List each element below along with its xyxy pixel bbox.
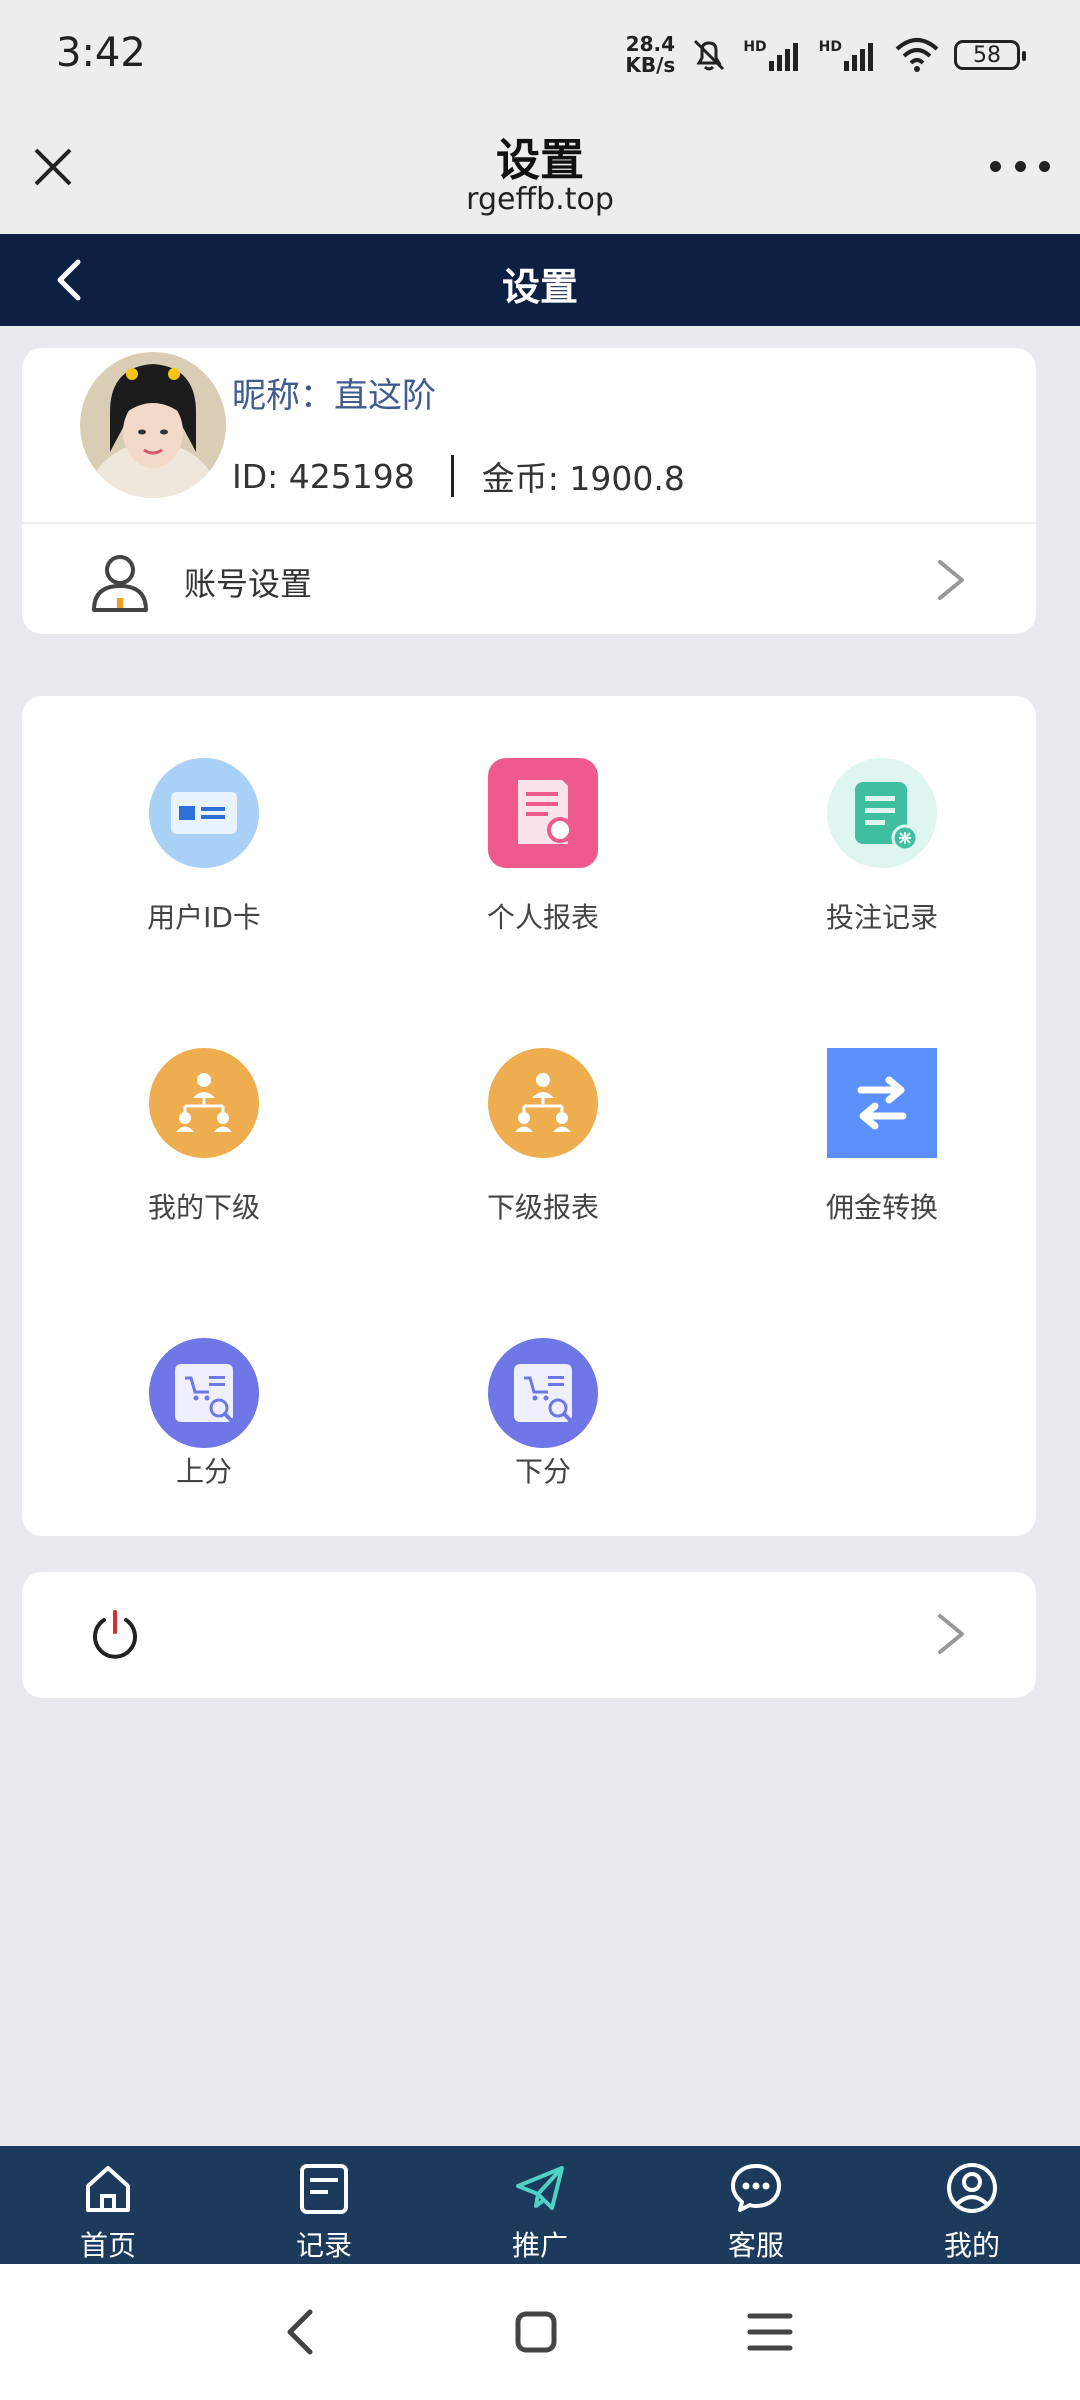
coin-balance: 金币: 1900.8 [481, 459, 685, 498]
hierarchy-icon [488, 1048, 598, 1158]
grid-item-subordinate-report[interactable]: 下级报表 [393, 1048, 693, 1226]
page-title: 设置 [501, 265, 578, 309]
browser-url: rgeffb.top [466, 182, 614, 217]
home-icon [86, 2166, 130, 2212]
grid-item-bet-record[interactable]: 投注记录 [732, 758, 1032, 936]
logout-row[interactable] [22, 1572, 1036, 1698]
bet-record-icon [827, 758, 937, 868]
hd-label-2: HD [818, 39, 842, 55]
grid-item-label: 用户ID卡 [147, 901, 261, 934]
hd-label-1: HD [743, 39, 767, 55]
grid-item-user-id-card[interactable]: 用户ID卡 [54, 758, 354, 936]
tab-home[interactable]: 首页 [0, 2146, 216, 2264]
browser-page-title: 设置 [496, 135, 584, 186]
profile-card: 昵称：直这阶 ID: 425198 金币: 1900.8 账号设置 [22, 348, 1036, 634]
grid-item-label: 投注记录 [825, 901, 938, 934]
cart-search-icon [488, 1338, 598, 1448]
chevron-right-icon [938, 560, 964, 600]
account-settings-row[interactable]: 账号设置 [22, 524, 1036, 634]
system-menu-icon[interactable] [742, 2304, 798, 2360]
app-header: 设置 [0, 234, 1080, 326]
bottom-tab-bar: 首页 记录 推广 客服 我的 [0, 2146, 1080, 2264]
status-bar: 3:42 28.4 KB/s HD HD 58 [0, 0, 1080, 112]
grid-item-personal-report[interactable]: 个人报表 [393, 758, 693, 936]
battery-indicator: 58 [954, 40, 1026, 70]
tab-label: 首页 [79, 2229, 136, 2262]
divider [450, 455, 454, 497]
grid-item-top-up[interactable]: 上分 [54, 1338, 354, 1490]
grid-item-my-subordinates[interactable]: 我的下级 [54, 1048, 354, 1226]
grid-item-commission-convert[interactable]: 佣金转换 [732, 1048, 1032, 1226]
account-settings-label: 账号设置 [184, 565, 313, 603]
grid-item-label: 上分 [175, 1455, 232, 1488]
paper-plane-icon [516, 2166, 564, 2210]
swap-arrows-icon [827, 1048, 937, 1158]
signal-1: HD [743, 39, 804, 71]
grid-item-label: 下分 [514, 1455, 571, 1488]
nickname: 昵称：直这阶 [232, 368, 436, 417]
user-icon [92, 555, 148, 612]
chat-bubble-icon [731, 2164, 781, 2212]
grid-item-withdraw[interactable]: 下分 [393, 1338, 693, 1490]
tab-records[interactable]: 记录 [216, 2146, 432, 2264]
id-coins-line: ID: 425198 金币: 1900.8 [232, 452, 685, 500]
browser-bar: 设置 rgeffb.top [0, 112, 1080, 234]
power-icon [93, 1610, 137, 1659]
system-navigation-bar [0, 2264, 1080, 2400]
tab-label: 客服 [727, 2229, 784, 2262]
grid-item-label: 下级报表 [486, 1191, 599, 1224]
status-icons: 28.4 KB/s HD HD 58 [625, 34, 1026, 76]
signal-icon [844, 43, 873, 71]
signal-icon [768, 43, 798, 71]
user-circle-icon [947, 2163, 997, 2213]
more-options-icon[interactable] [990, 154, 1050, 178]
status-time: 3:42 [56, 30, 146, 76]
cart-search-icon [149, 1338, 259, 1448]
hierarchy-icon [149, 1048, 259, 1158]
chevron-right-icon [938, 1614, 964, 1654]
avatar [80, 352, 226, 498]
tab-label: 记录 [295, 2229, 352, 2262]
network-speed-value: 28.4 [625, 32, 676, 56]
tab-mine[interactable]: 我的 [864, 2146, 1080, 2264]
bell-muted-icon [694, 39, 725, 71]
grid-item-label: 佣金转换 [825, 1191, 938, 1224]
nickname-label: 昵称： [232, 376, 334, 416]
tab-customer-service[interactable]: 客服 [648, 2146, 864, 2264]
tab-label: 我的 [943, 2229, 1000, 2262]
tab-label: 推广 [511, 2229, 568, 2262]
grid-item-label: 个人报表 [486, 901, 599, 934]
network-speed-unit: KB/s [625, 53, 676, 77]
wifi-icon [895, 38, 939, 72]
function-grid: 用户ID卡 个人报表 投注记录 我的下级 下级报表 佣金转换 上分 下分 [22, 696, 1036, 1536]
user-id: ID: 425198 [232, 456, 415, 496]
id-card-icon [149, 758, 259, 868]
signal-2: HD [819, 39, 880, 71]
grid-item-label: 我的下级 [147, 1191, 260, 1224]
document-icon [300, 2164, 348, 2214]
report-search-icon [488, 758, 598, 868]
nickname-value: 直这阶 [334, 376, 436, 416]
network-speed: 28.4 KB/s [625, 34, 675, 76]
system-home-icon[interactable] [508, 2304, 564, 2360]
tab-promote[interactable]: 推广 [432, 2146, 648, 2264]
system-back-icon[interactable] [274, 2304, 330, 2360]
